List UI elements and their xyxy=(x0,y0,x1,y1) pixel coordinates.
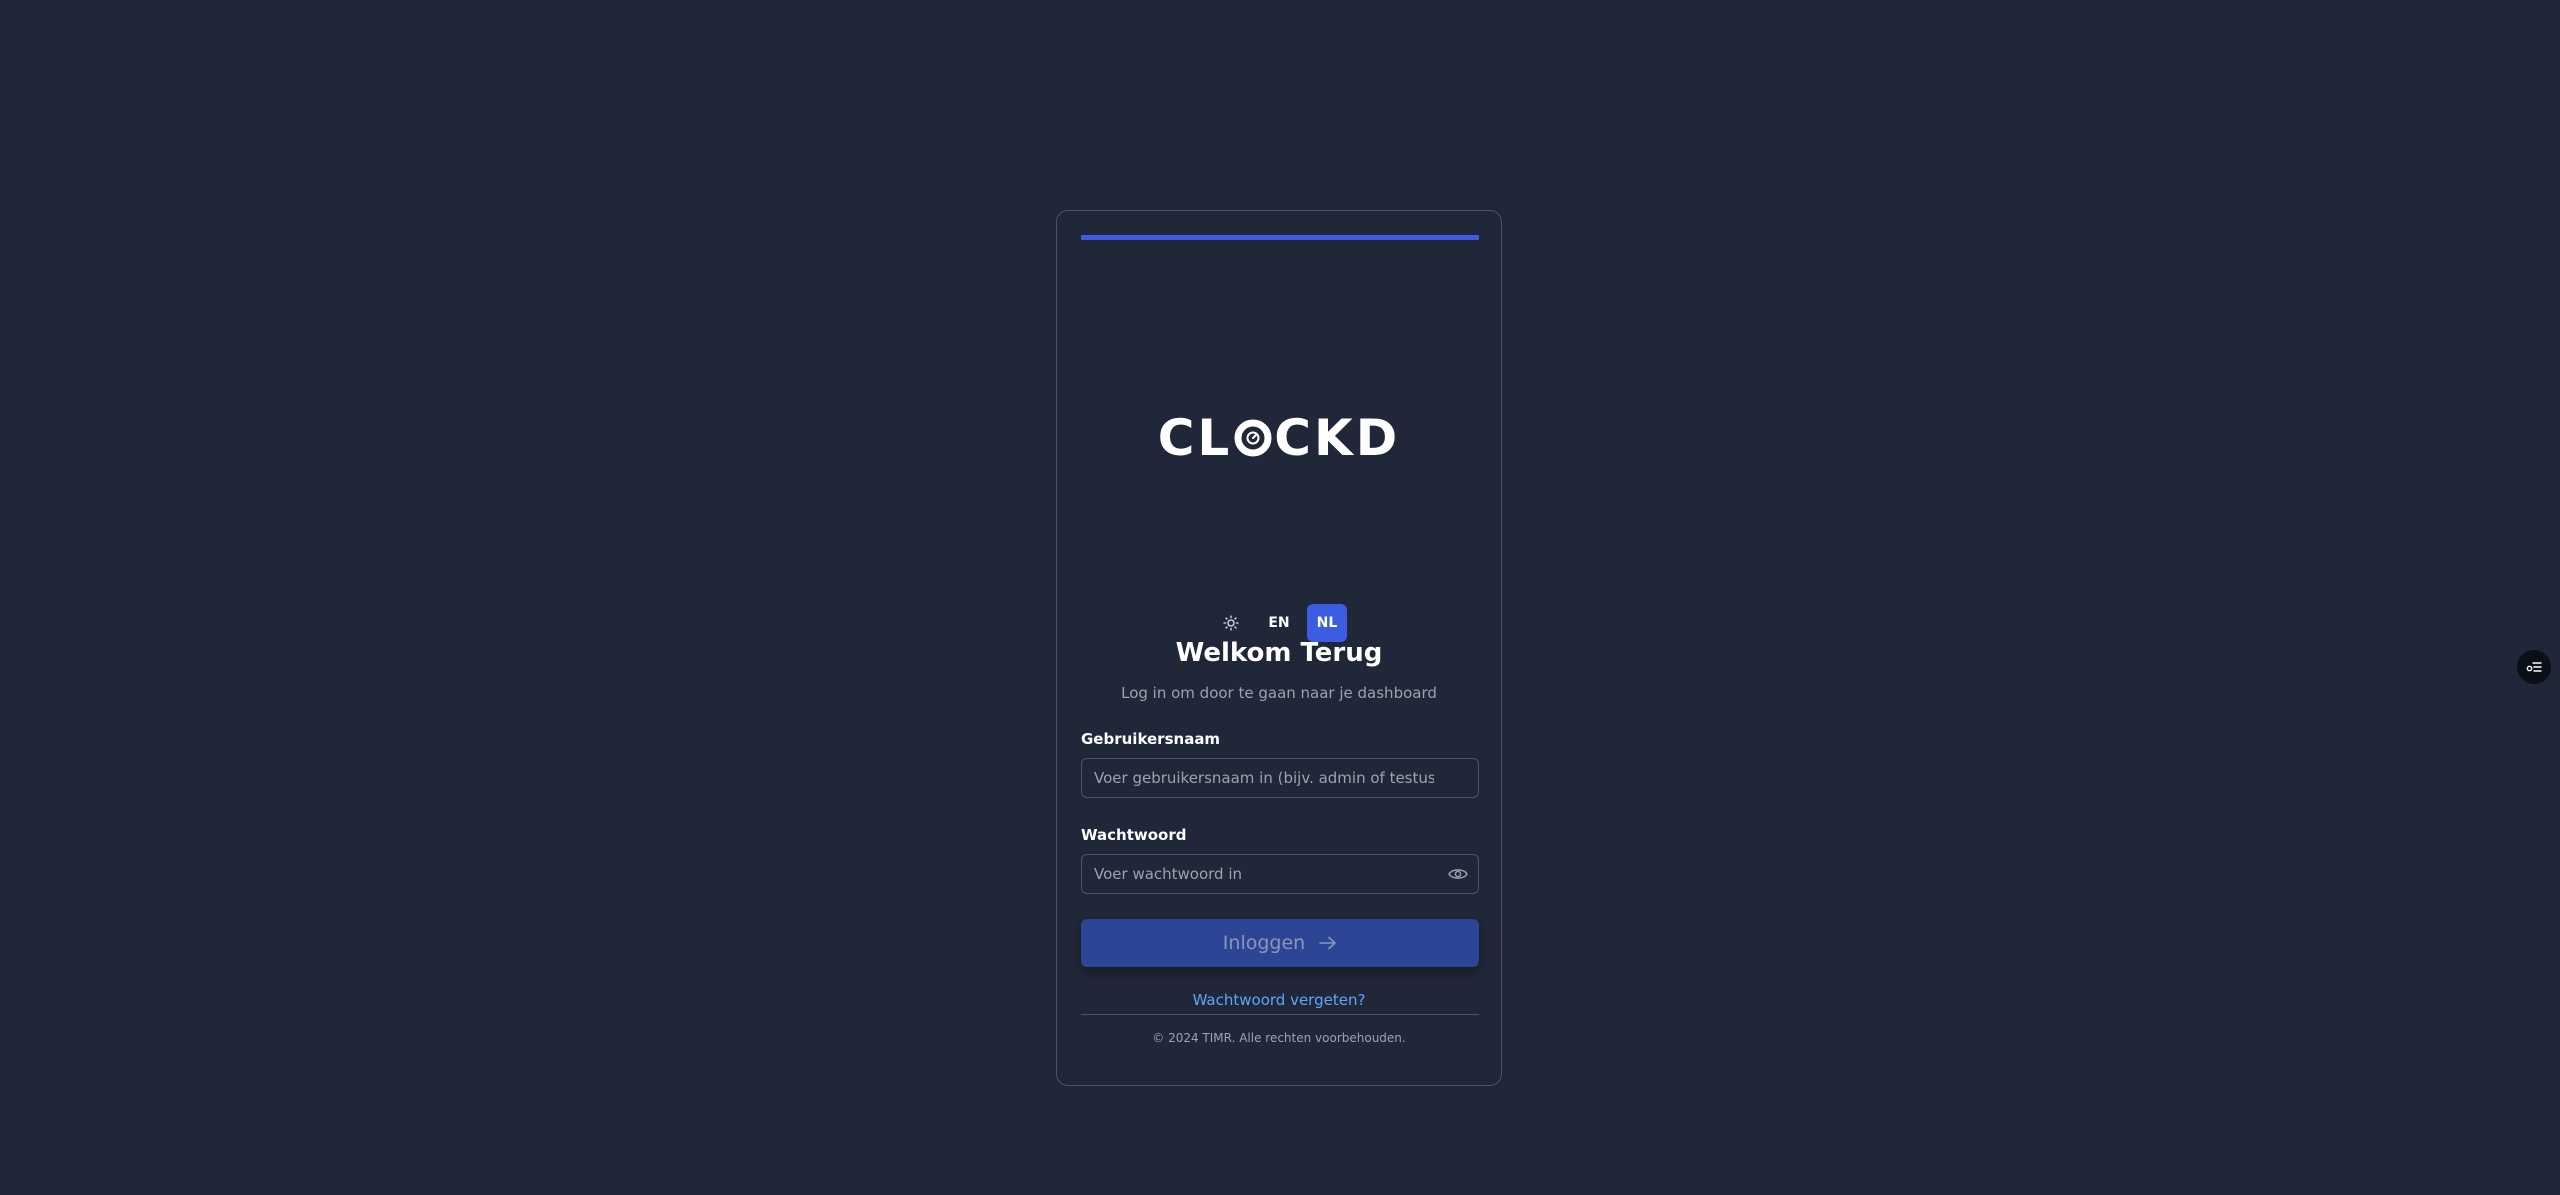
settings-list-icon xyxy=(2526,662,2542,672)
username-label: Gebruikersnaam xyxy=(1081,730,1221,748)
username-input[interactable] xyxy=(1082,759,1478,797)
logo-text-right: CKD xyxy=(1274,409,1401,467)
accent-bar xyxy=(1081,235,1479,240)
eye-icon[interactable] xyxy=(1448,866,1468,882)
page-title: Welkom Terug xyxy=(1175,638,1383,668)
sun-icon xyxy=(1223,615,1239,631)
password-label: Wachtwoord xyxy=(1081,826,1187,844)
divider xyxy=(1081,1014,1479,1015)
login-button[interactable]: Inloggen xyxy=(1081,919,1479,967)
logo-text-left: CL xyxy=(1157,409,1233,467)
copyright-text: © 2024 TIMR. Alle rechten voorbehouden. xyxy=(1152,1031,1406,1045)
forgot-password-link[interactable]: Wachtwoord vergeten? xyxy=(1057,989,1501,1011)
clock-o-icon xyxy=(1234,419,1272,457)
floating-settings-button[interactable] xyxy=(2517,650,2551,684)
username-field-wrapper xyxy=(1081,758,1479,798)
arrow-right-icon xyxy=(1319,936,1337,950)
password-field-wrapper xyxy=(1081,854,1479,894)
login-card: CL CKD EN NL Welkom Terug Log in om door … xyxy=(1056,210,1502,1086)
clockd-logo: CL CKD xyxy=(1057,401,1501,475)
password-input[interactable] xyxy=(1082,855,1478,893)
login-button-label: Inloggen xyxy=(1222,932,1306,954)
page-subtitle: Log in om door te gaan naar je dashboard xyxy=(1121,684,1437,702)
